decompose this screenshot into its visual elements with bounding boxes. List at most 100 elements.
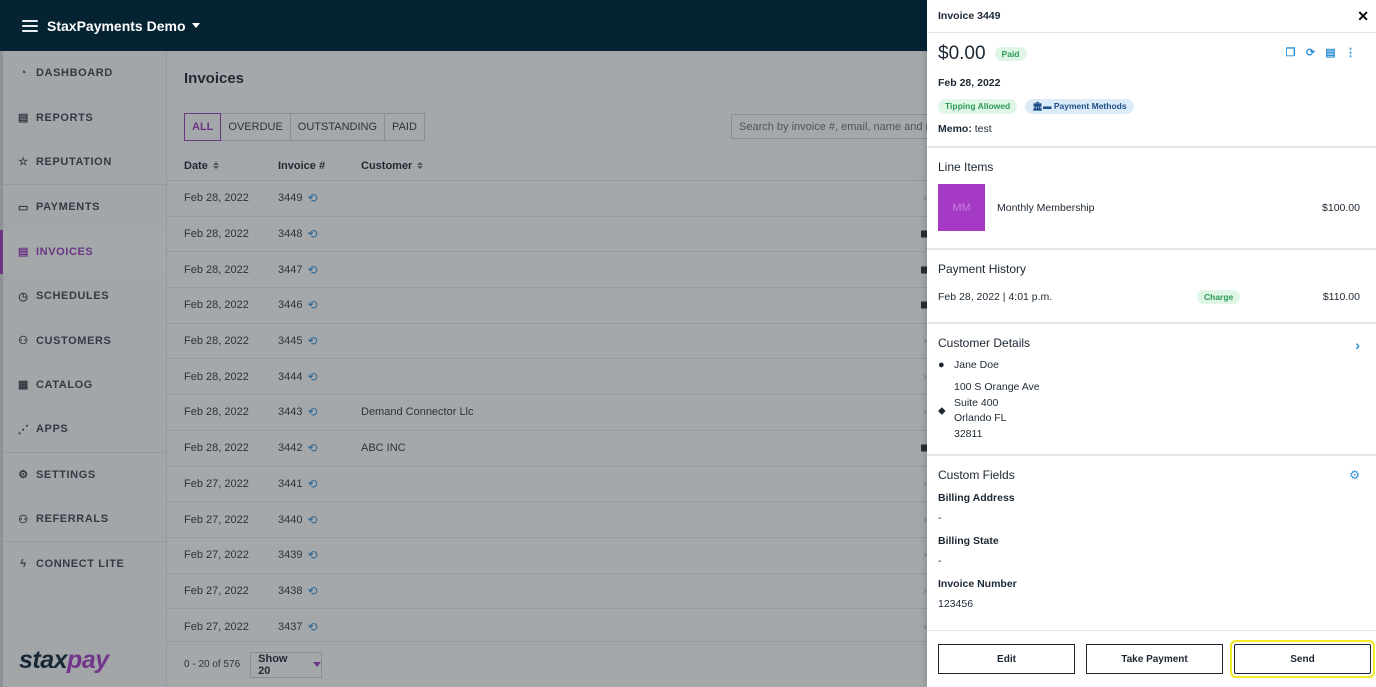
invoice-detail-panel: Invoice 3449 ✕ $0.00 Paid ❐ ⟳ ▤ ⋮ Feb 28… [927,0,1376,687]
catalog-icon: ▦ [18,379,29,392]
recurring-icon: ⟲ [307,619,318,634]
table-row[interactable]: Feb 28, 2022 3448 ⟲ [167,217,927,253]
edit-button[interactable]: Edit [938,644,1075,674]
sidebar-item-connect-lite[interactable]: ϟ CONNECT LITE [3,542,166,586]
table-row[interactable]: Feb 27, 2022 3438 ⟲ › [167,574,927,610]
table-row[interactable]: Feb 28, 2022 3443 ⟲ Demand Connector Llc › [167,395,927,431]
recurring-icon: ⟲ [307,334,318,349]
custom-field-value: 123456 [938,598,974,610]
charge-badge: Charge [1197,290,1241,304]
date-column-header[interactable]: Date [184,160,219,172]
row-date: Feb 27, 2022 [184,477,249,490]
table-row[interactable]: Feb 27, 2022 3440 ⟲ › [167,502,927,538]
sidebar-item-settings[interactable]: ⚙ SETTINGS [3,453,166,497]
invoice-table: Feb 28, 2022 3449 ⟲ › Feb 28, 2022 3448 ⟲ Feb 2… [167,181,927,645]
section-title: Customer Details [938,336,1031,350]
invoices-page: Invoices ALLOVERDUEOUTSTANDINGPAID Date … [167,51,931,687]
account-switcher[interactable]: StaxPayments Demo [47,18,200,34]
table-row[interactable]: Feb 28, 2022 3449 ⟲ › [167,181,927,217]
sidebar-item-customers[interactable]: ⚇ CUSTOMERS [3,318,166,362]
document-icon[interactable]: ▤ [1325,46,1336,59]
filter-tab-all[interactable]: ALL [184,113,222,141]
take-payment-button[interactable]: Take Payment [1086,644,1223,674]
menu-icon[interactable] [22,19,38,32]
payment-methods-badge: 🏛▬ Payment Methods [1025,99,1134,114]
copy-icon[interactable]: ❐ [1285,46,1296,59]
line-item-name: Monthly Membership [997,201,1095,214]
table-row[interactable]: Feb 27, 2022 3439 ⟲ › [167,538,927,574]
invoice-icon: ▤ [18,246,29,259]
row-invoice: 3449 ⟲ [278,191,318,206]
more-options-icon[interactable]: ⋮ [1345,46,1356,59]
payment-row: Feb 28, 2022 | 4:01 p.m. Charge $110.00 [938,290,1360,322]
row-date: Feb 27, 2022 [184,584,249,597]
report-icon: ▤ [18,112,29,125]
payment-amount: $110.00 [1322,291,1360,303]
filter-tab-outstanding[interactable]: OUTSTANDING [291,114,386,140]
table-row[interactable]: Feb 28, 2022 3445 ⟲ › [167,324,927,360]
sidebar-item-dashboard[interactable]: ◔ DASHBOARD [3,51,166,95]
sidebar-item-label: INVOICES [36,245,94,258]
status-filter-tabs: ALL OVERDUE OUTSTANDING PAID [184,113,425,141]
account-name: StaxPayments Demo [47,17,186,34]
table-row[interactable]: Feb 28, 2022 3447 ⟲ [167,252,927,289]
table-row[interactable]: Feb 28, 2022 3442 ⟲ ABC INC [167,431,927,467]
row-invoice: 3443 ⟲ [278,405,318,420]
recurring-icon: ⟲ [307,369,318,384]
caret-down-icon [191,23,200,28]
sidebar-item-payments[interactable]: ▭ PAYMENTS [3,185,166,229]
per-page-select[interactable]: Show 20 [250,651,323,678]
payment-history-section: Payment History Feb 28, 2022 | 4:01 p.m.… [927,250,1376,324]
send-button[interactable]: Send [1234,644,1371,674]
row-invoice: 3440 ⟲ [278,512,318,527]
bolt-icon: ϟ [20,558,27,571]
custom-field-label: Invoice Number [938,578,1017,590]
sidebar-item-invoices[interactable]: ▤ INVOICES [0,229,166,274]
sidebar-item-reports[interactable]: ▤ REPORTS [3,95,166,139]
invoice-date: Feb 28, 2022 [938,77,1001,89]
custom-field-value: - [938,512,942,524]
pagination-range: 0 - 20 of 576 [184,659,241,670]
sidebar-item-catalog[interactable]: ▦ CATALOG [3,363,166,407]
address-line: Orlando FL [954,412,1007,424]
custom-fields-list: Billing Address - Billing State - Invoice Nu… [938,492,1360,611]
custom-field-value: - [938,555,942,567]
invoice-summary: $0.00 Paid ❐ ⟳ ▤ ⋮ Feb 28, 2022 Tipping … [927,33,1376,148]
address-line: 100 S Orange Ave [954,381,1040,393]
filter-tab-overdue[interactable]: OVERDUE [221,114,291,140]
recurring-icon: ⟲ [307,548,318,563]
row-invoice: 3447 ⟲ [278,262,318,277]
recurring-icon: ⟲ [307,227,318,242]
table-row[interactable]: Feb 27, 2022 3437 ⟲ › [167,609,927,645]
sync-icon[interactable]: ⟳ [1305,46,1316,59]
recurring-icon: ⟲ [307,441,318,456]
recurring-icon: ⟲ [307,405,318,420]
panel-header: Invoice 3449 ✕ [927,0,1376,33]
gear-icon[interactable]: ⚙ [1349,468,1360,482]
search-input[interactable] [731,114,931,139]
table-row[interactable]: Feb 28, 2022 3444 ⟲ › [167,359,927,396]
table-row[interactable]: Feb 28, 2022 3446 ⟲ [167,288,927,324]
recurring-icon: ⟲ [307,512,318,527]
customer-column-header[interactable]: Customer [361,160,424,172]
invoice-column-header: Invoice # [278,159,326,172]
recurring-icon: ⟲ [307,476,318,491]
sidebar-item-referrals[interactable]: ⚇ REFERRALS [3,497,166,541]
row-date: Feb 28, 2022 [184,228,249,241]
table-row[interactable]: Feb 27, 2022 3441 ⟲ › [167,467,927,503]
row-date: Feb 28, 2022 [184,192,249,205]
line-item-thumbnail: MM [938,184,985,231]
dashboard-icon: ◔ [19,67,28,80]
sidebar-nav: ◔ DASHBOARD ▤ REPORTS ☆ REPUTATION ▭ PAYMENTS ▤ I… [0,51,166,587]
row-invoice: 3441 ⟲ [278,476,318,491]
sidebar-item-schedules[interactable]: ◷ SCHEDULES [3,274,166,318]
chevron-right-icon[interactable]: › [1355,337,1360,353]
close-icon[interactable]: ✕ [1357,8,1369,25]
sidebar-item-label: SCHEDULES [36,290,110,303]
sidebar-item-reputation[interactable]: ☆ REPUTATION [3,140,166,184]
sidebar-item-apps[interactable]: ⋰ APPS [3,407,166,451]
filter-tab-paid[interactable]: PAID [385,114,424,140]
memo: Memo: test [938,123,992,135]
recurring-icon: ⟲ [307,262,318,277]
person-icon: ● [938,359,945,371]
